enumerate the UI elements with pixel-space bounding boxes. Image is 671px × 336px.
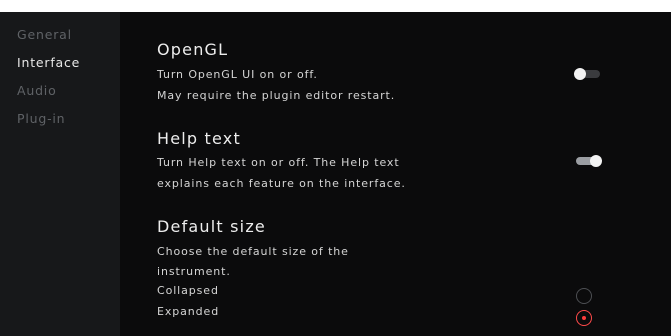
- help-text-description-line1: Turn Help text on or off. The Help text: [157, 156, 400, 169]
- opengl-toggle[interactable]: [574, 68, 600, 80]
- option-collapsed-label: Collapsed: [157, 284, 219, 297]
- settings-sidebar: General Interface Audio Plug-in: [0, 12, 120, 336]
- default-size-description-line1: Choose the default size of the: [157, 245, 349, 258]
- help-text-toggle[interactable]: [576, 155, 602, 167]
- toggle-knob: [590, 155, 602, 167]
- help-text-title: Help text: [157, 129, 241, 148]
- default-size-title: Default size: [157, 217, 266, 236]
- help-text-description-line2: explains each feature on the interface.: [157, 177, 406, 190]
- settings-content: OpenGL Turn OpenGL UI on or off. May req…: [140, 12, 671, 336]
- expanded-radio[interactable]: [576, 310, 592, 326]
- sidebar-item-plugin[interactable]: Plug-in: [17, 111, 65, 126]
- settings-window: General Interface Audio Plug-in OpenGL T…: [0, 12, 671, 336]
- sidebar-item-audio[interactable]: Audio: [17, 83, 57, 98]
- radio-selected-dot: [582, 316, 586, 320]
- toggle-knob: [574, 68, 586, 80]
- sidebar-item-general[interactable]: General: [17, 27, 72, 42]
- opengl-description-line1: Turn OpenGL UI on or off.: [157, 68, 318, 81]
- collapsed-radio[interactable]: [576, 288, 592, 304]
- sidebar-item-interface[interactable]: Interface: [17, 55, 80, 70]
- opengl-description-line2: May require the plugin editor restart.: [157, 89, 396, 102]
- default-size-description-line2: instrument.: [157, 265, 231, 278]
- option-expanded-label: Expanded: [157, 305, 220, 318]
- opengl-title: OpenGL: [157, 40, 229, 59]
